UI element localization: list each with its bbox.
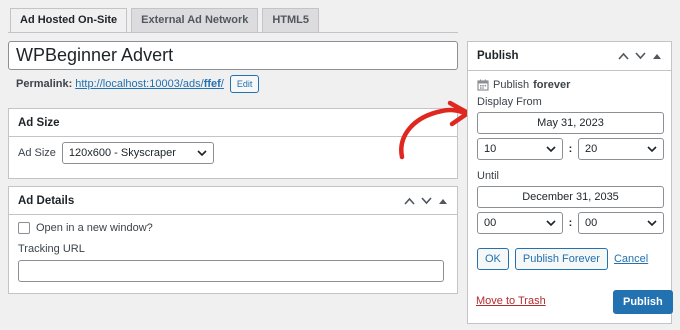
collapse-toggle-icon[interactable] bbox=[437, 194, 449, 208]
chevron-down-icon bbox=[647, 218, 657, 231]
move-up-icon[interactable] bbox=[617, 49, 629, 63]
tab-ad-hosted-on-site[interactable]: Ad Hosted On-Site bbox=[10, 8, 128, 33]
display-from-label: Display From bbox=[477, 96, 542, 108]
until-date-input[interactable]: December 31, 2035 bbox=[477, 186, 664, 208]
permalink-url-tail: / bbox=[220, 78, 224, 90]
ad-details-header: Ad Details bbox=[9, 187, 457, 215]
move-down-icon[interactable] bbox=[420, 194, 432, 208]
ad-size-selected-value: 120x600 - Skyscraper bbox=[68, 147, 176, 159]
ok-button[interactable]: OK bbox=[477, 248, 509, 270]
tab-html5[interactable]: HTML5 bbox=[262, 8, 320, 33]
publish-status-value: forever bbox=[533, 79, 571, 91]
ad-details-heading: Ad Details bbox=[18, 194, 75, 207]
publish-box: Publish Publish forever Display From May… bbox=[467, 41, 673, 324]
publish-status: Publish forever bbox=[468, 71, 671, 91]
from-minute-value: 20 bbox=[585, 143, 598, 155]
permalink-link[interactable]: http://localhost:10003/ads/ffef/ bbox=[75, 78, 224, 90]
publish-status-prefix: Publish bbox=[493, 79, 530, 91]
permalink: Permalink: http://localhost:10003/ads/ff… bbox=[16, 75, 260, 93]
permalink-edit-button[interactable]: Edit bbox=[229, 75, 260, 93]
publish-forever-button[interactable]: Publish Forever bbox=[514, 248, 608, 270]
open-new-window-label: Open in a new window? bbox=[36, 222, 153, 234]
until-hour-value: 00 bbox=[484, 217, 497, 229]
publish-heading: Publish bbox=[477, 50, 519, 62]
publish-header: Publish bbox=[468, 42, 671, 71]
move-up-icon[interactable] bbox=[403, 194, 415, 208]
tracking-url-label: Tracking URL bbox=[18, 243, 85, 255]
ad-size-select[interactable]: 120x600 - Skyscraper bbox=[61, 142, 214, 164]
from-date-input[interactable]: May 31, 2023 bbox=[477, 112, 664, 134]
move-to-trash-link[interactable]: Move to Trash bbox=[476, 295, 546, 307]
chevron-down-icon bbox=[546, 144, 556, 157]
collapse-toggle-icon[interactable] bbox=[651, 49, 663, 63]
until-minute-select[interactable]: 00 bbox=[578, 212, 664, 234]
chevron-down-icon bbox=[546, 218, 556, 231]
ad-size-heading: Ad Size bbox=[18, 116, 60, 129]
permalink-label: Permalink: bbox=[16, 78, 73, 90]
time-separator: : bbox=[568, 217, 573, 229]
time-separator: : bbox=[568, 143, 573, 155]
until-label: Until bbox=[477, 170, 500, 182]
from-hour-select[interactable]: 10 bbox=[477, 138, 563, 160]
tab-external-ad-network[interactable]: External Ad Network bbox=[131, 8, 259, 33]
chevron-down-icon bbox=[197, 148, 207, 161]
tracking-url-input[interactable] bbox=[18, 260, 444, 282]
title-input[interactable]: WPBeginner Advert bbox=[8, 41, 458, 70]
calendar-icon bbox=[477, 79, 489, 91]
ad-size-field-label: Ad Size bbox=[18, 147, 56, 159]
ad-type-tabs: Ad Hosted On-Site External Ad Network HT… bbox=[10, 8, 320, 33]
open-new-window-checkbox[interactable] bbox=[18, 222, 30, 234]
cancel-link[interactable]: Cancel bbox=[614, 253, 648, 265]
annotation-arrow-icon bbox=[399, 100, 471, 160]
ad-details-box: Ad Details Open in a new window? Trackin… bbox=[8, 186, 458, 294]
tab-divider bbox=[8, 32, 458, 33]
until-hour-select[interactable]: 00 bbox=[477, 212, 563, 234]
permalink-url-base: http://localhost:10003/ads/ bbox=[75, 78, 204, 90]
from-minute-select[interactable]: 20 bbox=[578, 138, 664, 160]
chevron-down-icon bbox=[647, 144, 657, 157]
publish-button[interactable]: Publish bbox=[613, 290, 673, 314]
from-hour-value: 10 bbox=[484, 143, 497, 155]
permalink-url-slug: ffef bbox=[203, 78, 221, 90]
until-minute-value: 00 bbox=[585, 217, 598, 229]
move-down-icon[interactable] bbox=[634, 49, 646, 63]
